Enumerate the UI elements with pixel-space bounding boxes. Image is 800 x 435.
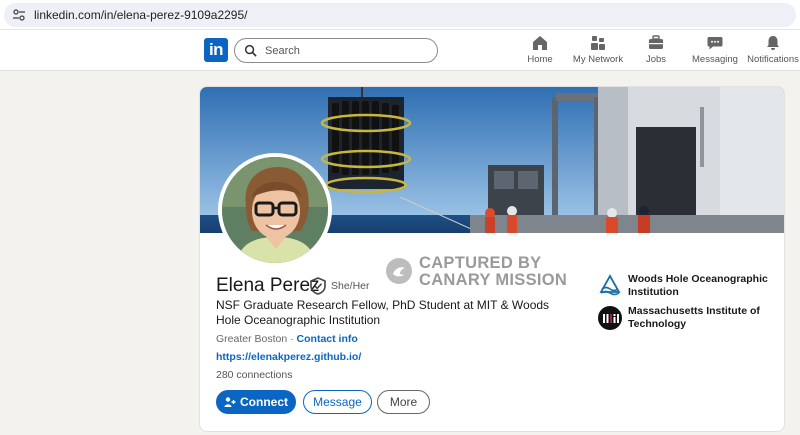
nav-my-network-label: My Network — [572, 54, 624, 65]
message-button[interactable]: Message — [303, 390, 372, 414]
profile-name: Elena Perez — [216, 275, 320, 296]
profile-location-row: Greater Boston · Contact info — [216, 333, 358, 345]
connect-button-label: Connect — [240, 395, 288, 409]
org-item-whoi[interactable]: Woods Hole Oceanographic Institution — [598, 273, 778, 299]
profile-connections[interactable]: 280 connections — [216, 369, 292, 381]
linkedin-logo[interactable]: in — [204, 38, 228, 62]
profile-website-link[interactable]: https://elenakperez.github.io/ — [216, 351, 361, 363]
bell-icon — [767, 36, 779, 50]
nav-home-label: Home — [527, 54, 553, 65]
profile-location: Greater Boston — [216, 333, 288, 345]
briefcase-icon — [649, 35, 663, 49]
watermark-line-2: CANARY MISSION — [419, 271, 568, 289]
browser-address-bar: linkedin.com/in/elena-perez-9109a2295/ — [0, 0, 800, 30]
message-icon — [707, 37, 723, 50]
nav-jobs[interactable]: Jobs — [641, 34, 671, 66]
canary-logo-icon — [386, 258, 412, 284]
nav-home[interactable]: Home — [524, 34, 556, 66]
watermark-text: CAPTURED BY CANARY MISSION — [419, 255, 567, 289]
location-separator: · — [287, 333, 297, 345]
profile-pronouns: She/Her — [331, 280, 370, 292]
org-name-mit: Massachusetts Institute of Technology — [628, 305, 760, 330]
org-item-mit[interactable]: Massachusetts Institute of Technology — [598, 305, 778, 331]
org-name-whoi: Woods Hole Oceanographic Institution — [628, 273, 768, 298]
nav-messaging-label: Messaging — [692, 54, 738, 65]
network-icon — [591, 36, 605, 50]
site-settings-icon[interactable] — [12, 8, 26, 22]
home-icon — [533, 36, 547, 50]
watermark: CAPTURED BY CANARY MISSION — [386, 255, 567, 293]
nav-notifications[interactable]: Notifications — [746, 34, 800, 66]
nav-my-network[interactable]: My Network — [569, 34, 627, 66]
verified-shield-icon[interactable] — [310, 277, 326, 295]
search-icon — [244, 44, 257, 57]
nav-jobs-label: Jobs — [645, 54, 667, 65]
profile-avatar[interactable] — [218, 153, 332, 267]
search-box[interactable] — [234, 38, 438, 63]
profile-headline: NSF Graduate Research Fellow, PhD Studen… — [216, 298, 550, 327]
url-field[interactable]: linkedin.com/in/elena-perez-9109a2295/ — [4, 3, 796, 27]
profile-photo — [222, 157, 328, 263]
more-button[interactable]: More — [377, 390, 430, 414]
search-input[interactable] — [265, 44, 425, 57]
person-plus-icon — [224, 397, 236, 407]
profile-card: Elena Perez She/Her CAPTURED BY CANARY M… — [199, 86, 785, 432]
contact-info-link[interactable]: Contact info — [297, 333, 358, 345]
whoi-logo-icon — [599, 274, 621, 296]
watermark-line-1: CAPTURED BY — [419, 254, 542, 272]
nav-notifications-label: Notifications — [747, 54, 799, 65]
mit-logo-icon — [598, 306, 622, 330]
nav-messaging[interactable]: Messaging — [692, 34, 738, 66]
top-navigation: in Home My Network Jobs — [0, 30, 800, 71]
connect-button[interactable]: Connect — [216, 390, 296, 414]
url-text: linkedin.com/in/elena-perez-9109a2295/ — [34, 8, 248, 22]
